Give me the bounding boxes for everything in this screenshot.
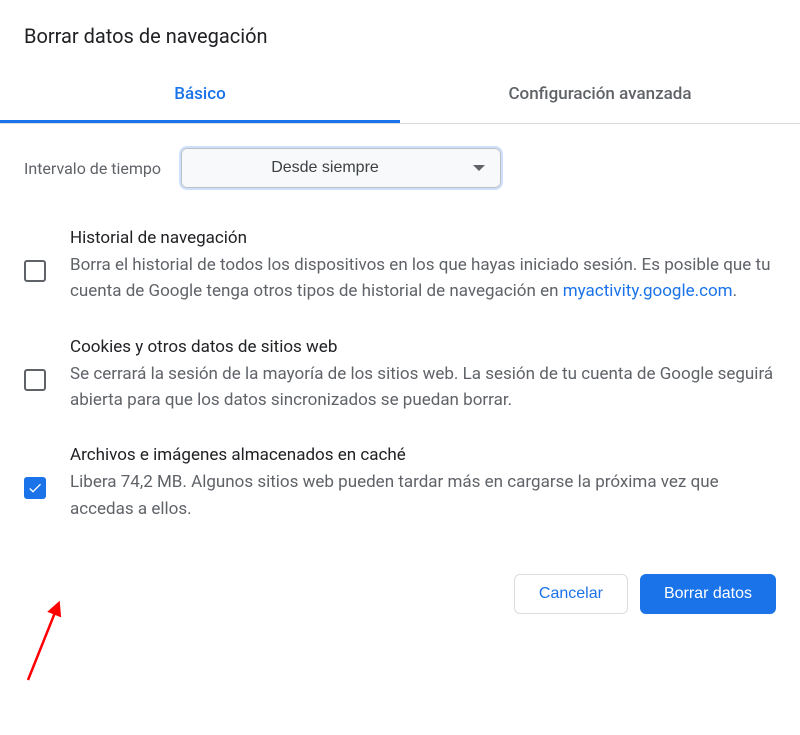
option-content: Historial de navegación Borra el histori… — [70, 228, 776, 305]
options-list: Historial de navegación Borra el histori… — [24, 212, 776, 558]
tab-basic[interactable]: Básico — [0, 68, 400, 123]
description-text-suffix: . — [733, 281, 737, 301]
checkmark-icon — [27, 480, 43, 496]
dialog-buttons: Cancelar Borrar datos — [0, 558, 800, 638]
checkbox-wrapper — [24, 445, 46, 499]
checkbox-cookies[interactable] — [24, 369, 46, 391]
option-content: Archivos e imágenes almacenados en caché… — [70, 445, 776, 522]
option-description-cookies: Se cerrará la sesión de la mayoría de lo… — [70, 361, 776, 414]
option-cookies: Cookies y otros datos de sitios web Se c… — [24, 321, 776, 430]
time-range-row: Intervalo de tiempo Desde siempre — [24, 124, 776, 212]
option-description-history: Borra el historial de todos los disposit… — [70, 252, 776, 305]
option-title-cookies: Cookies y otros datos de sitios web — [70, 337, 776, 357]
option-title-history: Historial de navegación — [70, 228, 776, 248]
time-range-select-wrapper: Desde siempre — [181, 148, 501, 188]
clear-data-button[interactable]: Borrar datos — [640, 574, 776, 614]
checkbox-browsing-history[interactable] — [24, 260, 46, 282]
option-content: Cookies y otros datos de sitios web Se c… — [70, 337, 776, 414]
option-description-cache: Libera 74,2 MB. Algunos sitios web puede… — [70, 469, 776, 522]
clear-browsing-data-dialog: Borrar datos de navegación Básico Config… — [0, 0, 800, 558]
time-range-label: Intervalo de tiempo — [24, 159, 161, 178]
cancel-button[interactable]: Cancelar — [514, 574, 628, 614]
dialog-title: Borrar datos de navegación — [24, 24, 776, 48]
tabs-container: Básico Configuración avanzada — [0, 68, 800, 124]
time-range-select[interactable]: Desde siempre — [181, 148, 501, 188]
myactivity-link[interactable]: myactivity.google.com — [563, 281, 733, 301]
option-title-cache: Archivos e imágenes almacenados en caché — [70, 445, 776, 465]
checkbox-wrapper — [24, 337, 46, 391]
option-cache: Archivos e imágenes almacenados en caché… — [24, 429, 776, 538]
tab-advanced[interactable]: Configuración avanzada — [400, 68, 800, 123]
checkbox-wrapper — [24, 228, 46, 282]
option-browsing-history: Historial de navegación Borra el histori… — [24, 212, 776, 321]
checkbox-cache[interactable] — [24, 477, 46, 499]
